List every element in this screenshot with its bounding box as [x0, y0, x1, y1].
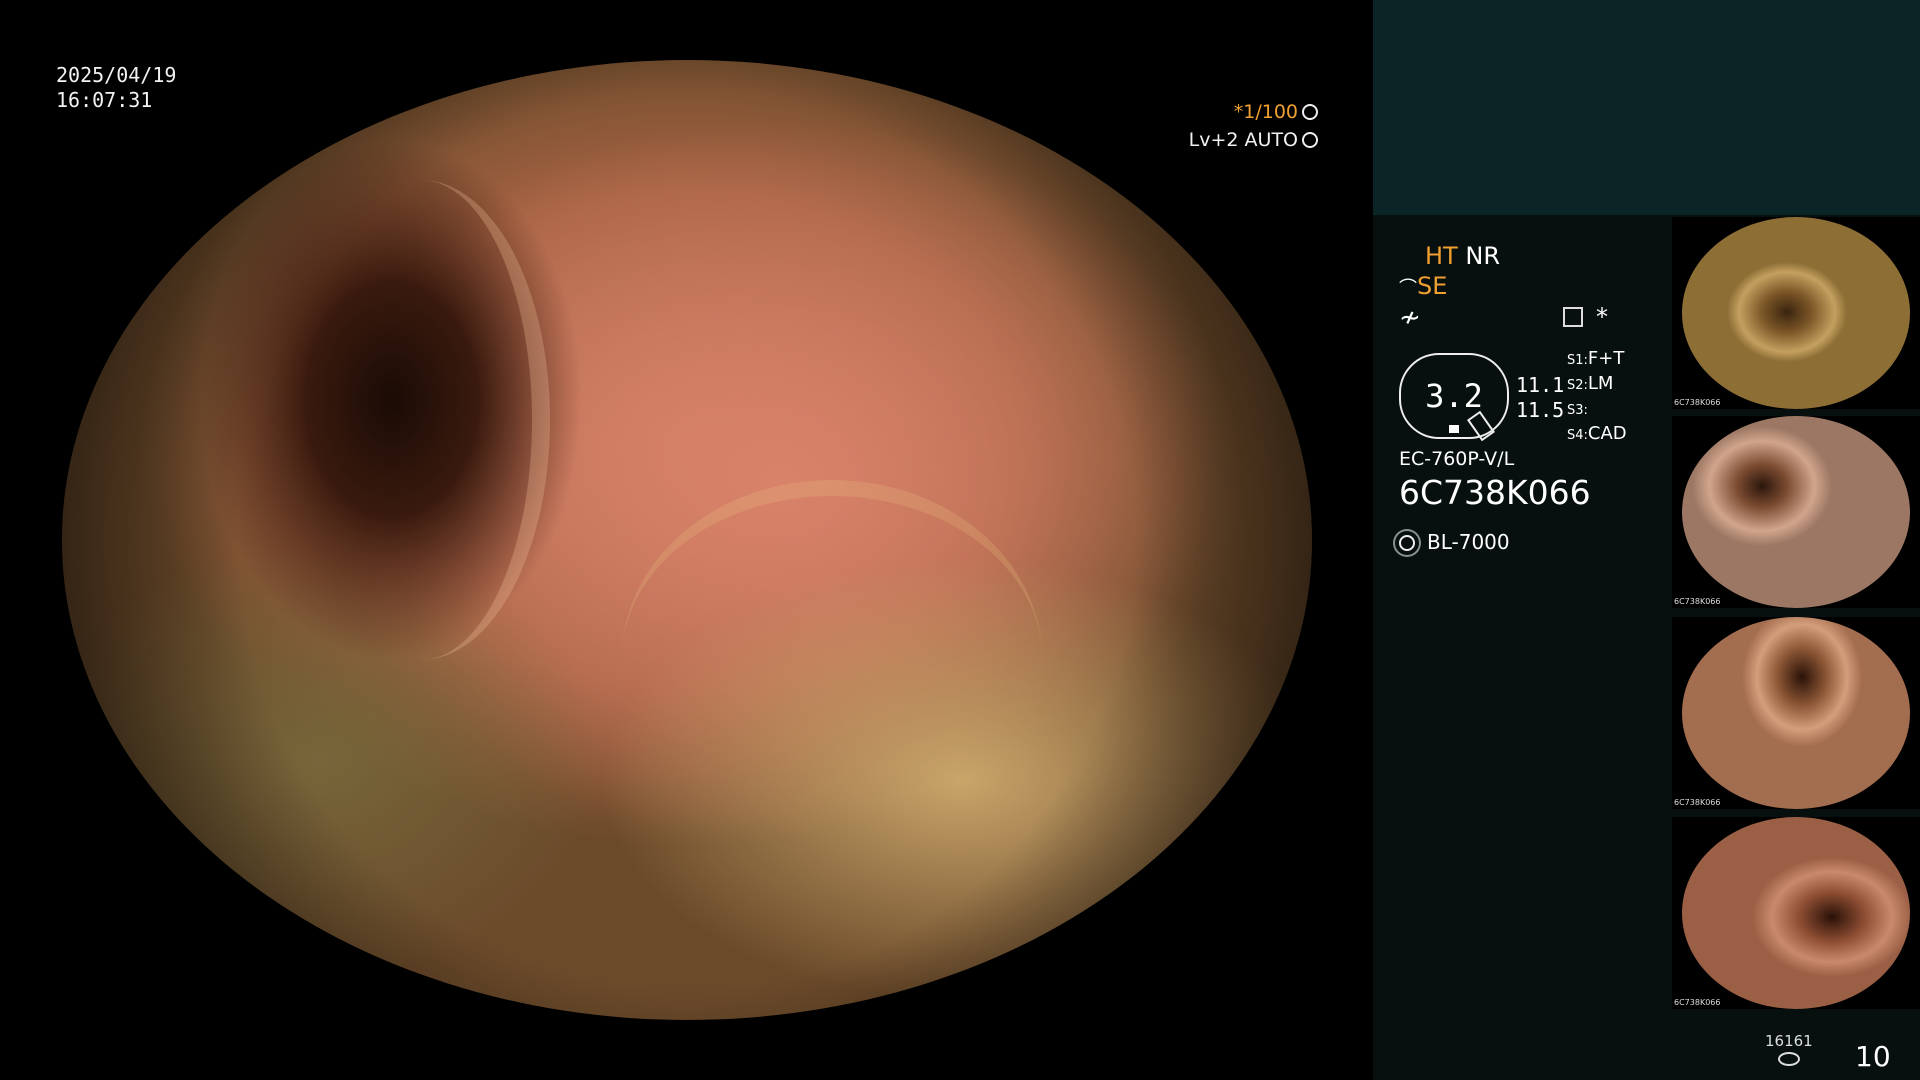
- thumbnail-label: 6C738K066: [1674, 597, 1721, 606]
- switch-key: S3:: [1567, 403, 1588, 418]
- asterisk-marker: *: [1596, 303, 1608, 331]
- light-source-icon: [1399, 535, 1415, 551]
- date-time-stamp: 2025/04/19 16:07:31: [56, 63, 176, 113]
- storage-icon: [1778, 1052, 1800, 1066]
- thumbnail-label: 6C738K066: [1674, 798, 1721, 807]
- capture-thumbnail[interactable]: 6C738K066: [1672, 217, 1920, 409]
- switch-key: S1:: [1567, 353, 1588, 368]
- switch-s1: S1:F+T: [1567, 348, 1624, 369]
- scope-model: EC-760P-V/L: [1399, 448, 1515, 470]
- scale-value-1: 11.1: [1516, 373, 1565, 397]
- se-mode: SE: [1417, 272, 1448, 300]
- exposure-overlay: *1/100 Lv+2 AUTO: [1189, 98, 1318, 154]
- scope-serial: 6C738K066: [1399, 473, 1591, 512]
- light-source-row: BL-7000: [1399, 530, 1510, 554]
- scope-vignette: [62, 60, 1312, 1020]
- settings-icon: [1563, 307, 1583, 327]
- shutter-speed: *1/100: [1233, 101, 1298, 123]
- zoom-position-marker: [1449, 425, 1459, 433]
- thumbnail-label: 6C738K066: [1674, 998, 1721, 1007]
- capture-thumbnail[interactable]: 6C738K066: [1672, 617, 1920, 809]
- auto-iris-icon: [1302, 132, 1318, 148]
- zoom-value: 3.2: [1425, 377, 1483, 415]
- switch-s4: S4:CAD: [1567, 423, 1627, 444]
- panel-header-area: [1373, 0, 1920, 215]
- ht-mode: HT: [1425, 242, 1458, 270]
- thumbnail-image: [1682, 416, 1910, 608]
- image-mode: HT NR: [1425, 242, 1500, 270]
- switch-key: S4:: [1567, 428, 1588, 443]
- zoom-bar-icon: [1466, 410, 1496, 442]
- switch-value: F+T: [1587, 348, 1625, 369]
- switch-s3: S3:: [1567, 398, 1588, 419]
- image-count: 10: [1855, 1040, 1891, 1073]
- time-label: 16:07:31: [56, 88, 153, 112]
- capture-counter: 16161: [1765, 1032, 1813, 1050]
- thumbnail-label: 6C738K066: [1674, 398, 1721, 407]
- light-source: BL-7000: [1427, 530, 1510, 554]
- scale-value-2: 11.5: [1516, 398, 1565, 422]
- nr-mode: NR: [1465, 242, 1500, 270]
- se-mode-row: ⌒SE: [1399, 272, 1447, 300]
- thumbnail-image: [1682, 817, 1910, 1009]
- switch-value: CAD: [1587, 423, 1627, 444]
- switch-key: S2:: [1567, 378, 1588, 393]
- switch-value: LM: [1587, 373, 1614, 394]
- shutter-icon: [1302, 104, 1318, 120]
- color-mode: ≁: [1399, 303, 1421, 333]
- date-label: 2025/04/19: [56, 63, 177, 87]
- zoom-indicator: 3.2: [1399, 353, 1509, 442]
- switch-s2: S2:LM: [1567, 373, 1613, 394]
- thumbnail-image: [1682, 217, 1910, 409]
- brightness-level: Lv+2 AUTO: [1188, 129, 1298, 151]
- capture-thumbnail[interactable]: 6C738K066: [1672, 416, 1920, 608]
- endoscope-view: [62, 60, 1312, 1020]
- thumbnail-image: [1682, 617, 1910, 809]
- capture-thumbnail[interactable]: 6C738K066: [1672, 817, 1920, 1009]
- enhance-icon: ⌒: [1399, 278, 1417, 299]
- info-panel: HT NR ⌒SE ≁ * 3.2 11.1 11.5 S1:F+T S2:LM…: [1373, 215, 1673, 1080]
